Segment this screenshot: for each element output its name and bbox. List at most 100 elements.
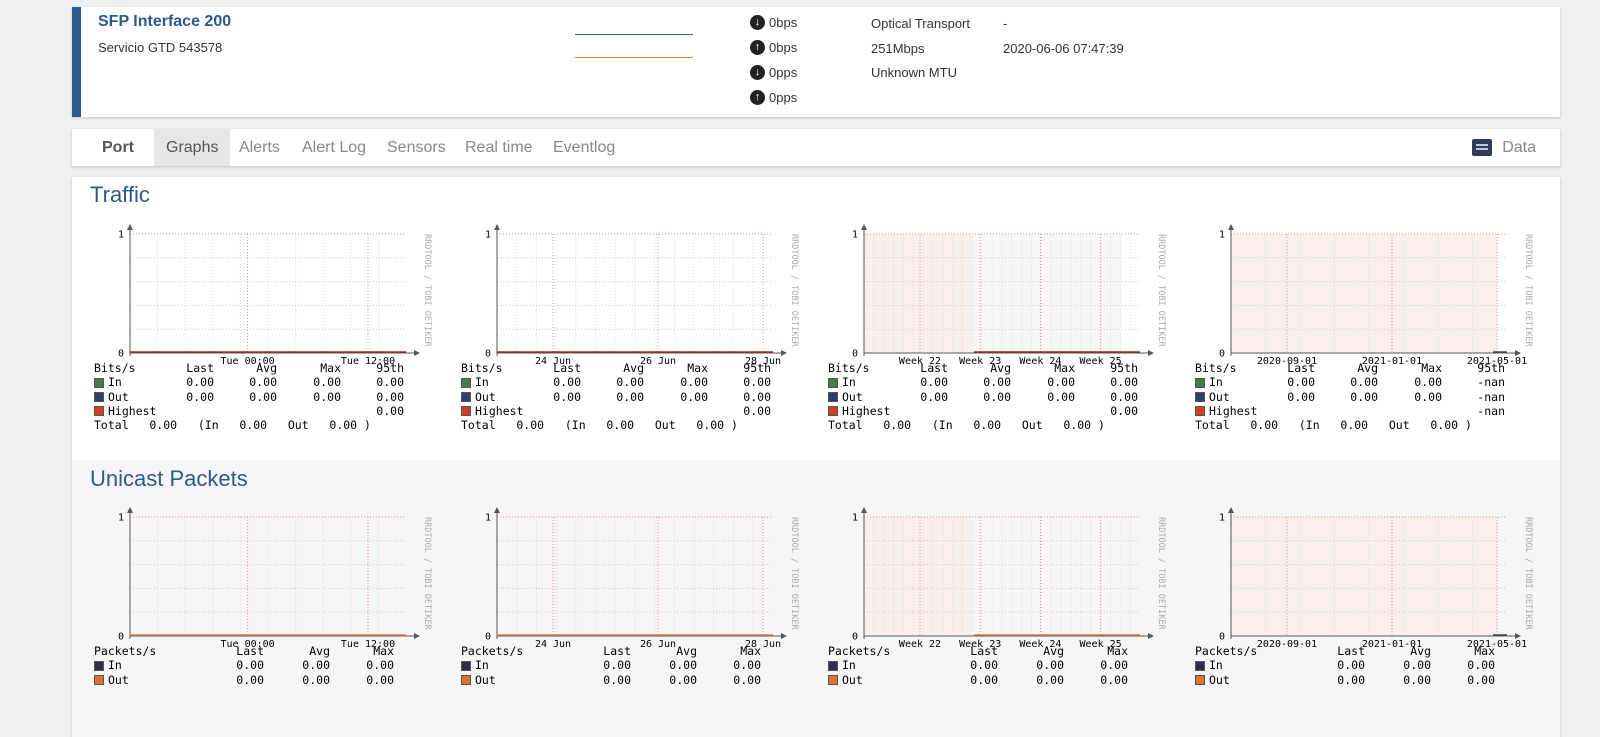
legend-row: Out 0.00 0.00 0.00 — [828, 673, 1158, 687]
legend-series-label: In — [1209, 658, 1223, 673]
legend-row: Highest -nan — [1195, 404, 1525, 418]
port-name-link[interactable]: SFP Interface 200 — [98, 13, 231, 31]
port-type: Optical Transport — [871, 16, 970, 31]
port-tabs: Port Graphs Alerts Alert Log Sensors Rea… — [72, 129, 1560, 166]
unicast-graph-day[interactable]: Tue 00:00 Tue 12:00 0 1 RRDTOOL / TOBI OETIK… — [80, 502, 440, 732]
rate-out-pps-value: 0pps — [769, 90, 798, 105]
legend-column-header: Max — [320, 361, 341, 375]
legend-row: In 0.00 0.00 0.00 — [94, 658, 424, 672]
traffic-graph-year[interactable]: 2020-09-01 2021-01-01 2021-05-01 0 1 RRDTOOL … — [1181, 219, 1541, 449]
legend-value: 0.00 — [970, 658, 998, 673]
legend-column-header: Last — [920, 361, 948, 375]
arrow-up-icon: ↑ — [750, 40, 765, 55]
unicast-graph-week[interactable]: 24 Jun 26 Jun 28 Jun 0 1 RRDTOOL / TOBI OETIK… — [447, 502, 807, 732]
legend-value: 0.00 — [733, 658, 761, 673]
legend-value: 0.00 — [743, 403, 771, 418]
section-title-traffic: Traffic — [90, 182, 150, 207]
port-header-card: SFP Interface 200 Servicio GTD 543578 ↓ … — [72, 7, 1560, 117]
legend-header: Packets/s Last Avg Max — [461, 644, 791, 658]
graph-plot: 2020-09-01 2021-01-01 2021-05-0101 RRDTOOL … — [1219, 224, 1533, 367]
legend-column-header: Last — [236, 644, 264, 658]
y-tick-label: 1 — [1219, 230, 1225, 241]
legend-column-header: Max — [1107, 644, 1128, 658]
legend-swatch — [461, 406, 471, 417]
legend-header: Bits/s Last Avg Max 95th — [1195, 361, 1525, 375]
legend-value: 0.00 — [1036, 672, 1064, 687]
legend-unit: Bits/s — [461, 361, 503, 375]
legend-row: Out 0.00 0.00 0.00 0.00 — [94, 390, 424, 404]
legend-value: 0.00 — [1414, 389, 1442, 404]
legend-value: 0.00 — [236, 658, 264, 673]
legend-series-label: Highest — [475, 403, 524, 418]
legend-swatch — [461, 392, 471, 403]
port-mtu: Unknown MTU — [871, 65, 957, 80]
legend-total: Total 0.00 (In 0.00 Out 0.00 ) — [94, 418, 371, 433]
traffic-graph-day[interactable]: Tue 00:00 Tue 12:00 0 1 RRDTOOL / TOBI OETIK… — [80, 219, 440, 449]
rate-in-pps-value: 0pps — [769, 65, 798, 80]
legend-series-label: Highest — [108, 403, 157, 418]
legend-value: 0.00 — [236, 672, 264, 687]
shaded-region — [1231, 234, 1497, 353]
legend-value: -nan — [1477, 403, 1505, 418]
graphs-panel: Traffic Unicast Packets Tue 00:00 Tue 12:… — [72, 177, 1560, 737]
tab-alert-log[interactable]: Alert Log — [290, 129, 378, 166]
legend-value: 0.00 — [366, 672, 394, 687]
sparkline-in[interactable] — [575, 34, 693, 35]
legend-value: 0.00 — [376, 389, 404, 404]
legend-value: 0.00 — [376, 403, 404, 418]
legend-value: 0.00 — [553, 389, 581, 404]
tab-port[interactable]: Port — [90, 129, 146, 166]
unicast-graph-year[interactable]: 2020-09-01 2021-01-01 2021-05-01 0 1 RRDTOOL … — [1181, 502, 1541, 732]
legend-value: 0.00 — [313, 389, 341, 404]
legend-column-header: Max — [373, 644, 394, 658]
legend-column-header: Last — [970, 644, 998, 658]
legend-value: 0.00 — [302, 672, 330, 687]
legend-total: Total 0.00 (In 0.00 Out 0.00 ) — [828, 418, 1105, 433]
legend-value: 0.00 — [983, 375, 1011, 390]
shaded-region — [1231, 517, 1497, 636]
legend-unit: Packets/s — [94, 644, 157, 658]
legend-series-label: In — [475, 375, 489, 390]
data-link[interactable]: Data — [1472, 129, 1536, 166]
arrow-down-icon: ↓ — [750, 65, 765, 80]
legend-unit: Packets/s — [1195, 644, 1258, 658]
legend-column-header: Avg — [676, 644, 697, 658]
legend-value: 0.00 — [186, 375, 214, 390]
legend-row: Highest 0.00 — [461, 404, 791, 418]
rrdtool-watermark: RRDTOOL / TOBI OETIKER — [1156, 234, 1166, 347]
legend-value: 0.00 — [1036, 658, 1064, 673]
rrdtool-watermark: RRDTOOL / TOBI OETIKER — [1523, 517, 1533, 630]
unicast-graph-month[interactable]: Week 22 Week 23 Week 24 Week 25 0 1 RRDTOOL / … — [814, 502, 1174, 732]
legend-column-header: Max — [1054, 361, 1075, 375]
tab-sensors[interactable]: Sensors — [375, 129, 458, 166]
legend-value: 0.00 — [376, 375, 404, 390]
y-axis-arrow — [127, 507, 133, 513]
legend-header: Packets/s Last Avg Max — [1195, 644, 1525, 658]
legend-value: 0.00 — [1337, 672, 1365, 687]
legend-series-label: In — [842, 658, 856, 673]
legend-column-header: Avg — [309, 644, 330, 658]
tab-graphs[interactable]: Graphs — [154, 129, 231, 166]
legend-row: In 0.00 0.00 0.00 0.00 — [461, 375, 791, 389]
legend-series-label: Out — [1209, 672, 1230, 687]
x-axis-arrow — [414, 350, 420, 356]
sparkline-out[interactable] — [575, 57, 693, 58]
traffic-graph-week[interactable]: 24 Jun 26 Jun 28 Jun 0 1 RRDTOOL / TOBI OETIK… — [447, 219, 807, 449]
legend-swatch — [461, 675, 471, 686]
legend-column-header: Last — [603, 644, 631, 658]
legend-value: 0.00 — [1467, 658, 1495, 673]
x-axis-arrow — [414, 633, 420, 639]
y-tick-label: 0 — [852, 632, 858, 643]
legend-value: 0.00 — [983, 389, 1011, 404]
traffic-graph-month[interactable]: Week 22 Week 23 Week 24 Week 25 0 1 RRDTOOL / … — [814, 219, 1174, 449]
legend-swatch — [828, 675, 838, 686]
tab-alerts[interactable]: Alerts — [227, 129, 292, 166]
legend-swatch — [828, 406, 838, 417]
rate-in-bps: ↓ 0bps — [750, 15, 797, 30]
legend-value: 0.00 — [970, 672, 998, 687]
tab-real-time[interactable]: Real time — [453, 129, 545, 166]
legend-value: 0.00 — [1100, 658, 1128, 673]
graph-legend: Packets/s Last Avg Max In 0.00 0.00 0.00 Out 0.00… — [94, 644, 424, 687]
tab-eventlog[interactable]: Eventlog — [541, 129, 627, 166]
graph-legend: Bits/s Last Avg Max 95th In 0.00 0.00 0.00 0.00 Ou… — [94, 361, 424, 432]
